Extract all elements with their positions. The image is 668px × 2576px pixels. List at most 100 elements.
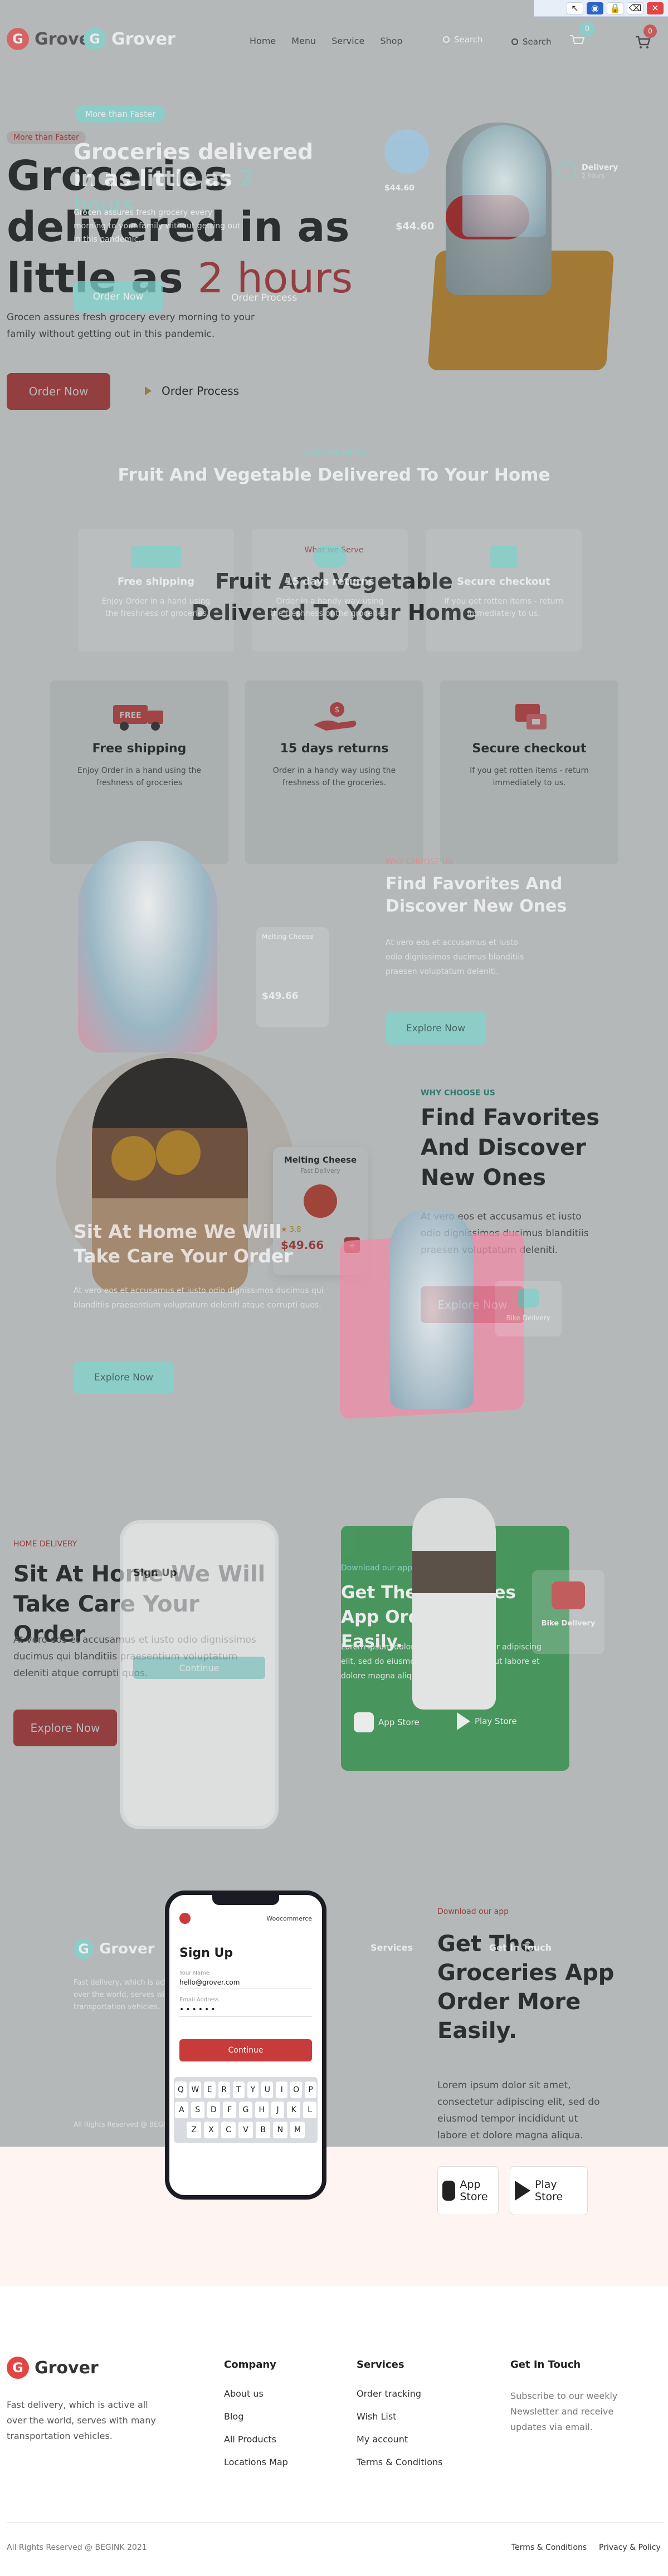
bike-delivery-label: Bike Delivery	[541, 1619, 596, 1628]
keyboard-key[interactable]: U	[261, 2082, 274, 2098]
appstore-label: App Store	[460, 2178, 488, 2203]
keyboard-key[interactable]: V	[238, 2122, 253, 2138]
keyboard-key[interactable]: W	[189, 2082, 201, 2098]
keyboard-key[interactable]: H	[255, 2102, 269, 2118]
cart-count: 0	[643, 25, 657, 38]
delivery-time: 2 hours	[582, 172, 605, 179]
chef-app-image	[412, 1498, 496, 1710]
playstore-label: Play Store	[535, 2178, 563, 2203]
play-store-icon	[457, 1712, 470, 1730]
bike-delivery-ghost: Bike Delivery	[495, 1281, 562, 1336]
keyboard-key[interactable]: D	[207, 2102, 221, 2118]
signup-ghost-continue[interactable]: Continue	[133, 1657, 265, 1679]
nav-menu[interactable]: Menu	[291, 36, 316, 46]
eye-icon[interactable]: ◉	[587, 2, 603, 14]
phone-keyboard[interactable]: QWERTYUIOP ASDFGHJKL ZXCVBNM	[174, 2077, 318, 2143]
footer-touch-title: Get In Touch	[510, 2359, 581, 2371]
keyboard-key[interactable]: A	[174, 2102, 188, 2118]
header-brand-ghost: Grover	[111, 29, 175, 49]
keyboard-key[interactable]: C	[221, 2122, 236, 2138]
serve-card-ghost: Secure checkout If you get rotten items …	[426, 529, 582, 652]
keyboard-key[interactable]: Q	[174, 2082, 187, 2098]
footer-brand: Grover	[35, 2358, 99, 2378]
sit-text-ghost: At vero eos et accusamus et iusto odio d…	[74, 1286, 324, 1310]
keyboard-key[interactable]: P	[305, 2082, 317, 2098]
keyboard-key[interactable]: B	[256, 2122, 270, 2138]
footer-terms-link[interactable]: Terms & Conditions	[511, 2543, 587, 2552]
keyboard-key[interactable]: T	[232, 2082, 245, 2098]
keyboard-key[interactable]: O	[290, 2082, 303, 2098]
signup-name-field[interactable]: hello@grover.com	[179, 1976, 312, 1989]
serve-card-ghost: Free shipping Enjoy Order in a hand usin…	[78, 529, 234, 652]
keyboard-key[interactable]: S	[191, 2102, 204, 2118]
nav-home[interactable]: Home	[250, 36, 276, 46]
why-explore-ghost-button[interactable]: Explore Now	[386, 1012, 486, 1045]
appstore-button-band[interactable]: App Store	[437, 2166, 499, 2215]
serve-card-ghost-text: If you get rotten items - return immedia…	[444, 597, 563, 618]
grape-image	[384, 129, 429, 174]
editor-toolbar: ↖ ◉ 🔒 ⌫ ✕	[534, 0, 668, 17]
footer-link-blog[interactable]: Blog	[224, 2411, 288, 2422]
lock-icon[interactable]: 🔒	[607, 2, 623, 14]
phone-mockup: Woocommerce Sign Up Your Name hello@grov…	[165, 1891, 326, 2200]
apple-icon	[442, 2181, 456, 2201]
apple-icon	[354, 1712, 374, 1732]
phone-notch	[212, 1895, 279, 1905]
keyboard-key[interactable]: Y	[247, 2082, 259, 2098]
close-icon[interactable]: ✕	[647, 2, 664, 14]
keyboard-row: ASDFGHJKL	[174, 2102, 317, 2118]
grover-logo-icon: G	[7, 2357, 29, 2379]
product-card-ghost[interactable]: Melting Cheese $49.66	[256, 927, 329, 1027]
why-kicker-ghost: WHY CHOOSE US	[386, 858, 454, 866]
footer-logo[interactable]: G Grover	[7, 2357, 99, 2379]
trash-icon[interactable]: ⌫	[627, 2, 643, 14]
order-now-ghost-button[interactable]: Order Now	[74, 281, 163, 312]
serve-title-ghost: Fruit And Vegetable Delivered To Your Ho…	[118, 465, 550, 485]
order-process-ghost[interactable]: Order Process	[231, 292, 297, 303]
serve-card-ghost-title: Secure checkout	[457, 576, 550, 587]
footer-privacy-link[interactable]: Privacy & Policy	[599, 2543, 661, 2552]
footer-link-map[interactable]: Locations Map	[224, 2457, 288, 2467]
keyboard-key[interactable]: J	[271, 2102, 285, 2118]
footer-link-terms[interactable]: Terms & Conditions	[357, 2457, 442, 2467]
sit-explore-button[interactable]: Explore Now	[74, 1362, 174, 1394]
keyboard-key[interactable]: F	[223, 2102, 237, 2118]
grover-logo-icon: G	[7, 28, 29, 50]
cursor-icon[interactable]: ↖	[567, 2, 583, 14]
footer-link-products[interactable]: All Products	[224, 2434, 288, 2445]
keyboard-key[interactable]: N	[273, 2122, 287, 2138]
price-ghost: $44.60	[384, 184, 415, 193]
grover-logo-icon: G	[74, 1939, 94, 1959]
appstore-ghost[interactable]: App Store	[354, 1712, 420, 1732]
keyboard-key[interactable]: Z	[187, 2122, 201, 2138]
man-ghost-image	[390, 1208, 474, 1409]
keyboard-key[interactable]: X	[204, 2122, 218, 2138]
bike-icon	[517, 1289, 539, 1307]
signup-continue-button[interactable]: Continue	[179, 2039, 312, 2061]
footer-link-about[interactable]: About us	[224, 2388, 288, 2399]
signup-email-label: Email Address	[179, 1997, 219, 2003]
keyboard-key[interactable]: M	[290, 2122, 305, 2138]
nav-service[interactable]: Service	[331, 36, 364, 46]
keyboard-key[interactable]: L	[303, 2102, 317, 2118]
footer-copyright: All Rights Reserved @ BEGINK 2021	[7, 2543, 147, 2552]
footer-logo-ghost: G Grover	[74, 1939, 154, 1959]
main-nav: Home Menu Service Shop	[250, 36, 403, 46]
nav-shop[interactable]: Shop	[380, 36, 402, 46]
keyboard-key[interactable]: I	[276, 2082, 288, 2098]
footer-link-account[interactable]: My account	[357, 2434, 442, 2445]
footer-link-wishlist[interactable]: Wish List	[357, 2411, 442, 2422]
search-ghost[interactable]: Search	[443, 35, 483, 45]
footer-link-tracking[interactable]: Order tracking	[357, 2388, 442, 2399]
keyboard-key[interactable]: G	[239, 2102, 252, 2118]
playstore-ghost[interactable]: Play Store	[457, 1712, 517, 1730]
search-icon	[443, 36, 450, 43]
keyboard-key[interactable]: R	[218, 2082, 230, 2098]
keyboard-key[interactable]: E	[203, 2082, 216, 2098]
delivery-title: Delivery	[582, 163, 618, 172]
cart-icon-ghost[interactable]	[568, 33, 585, 48]
search-button[interactable]: Search	[511, 37, 552, 47]
signup-password-field[interactable]: ••••••	[179, 2003, 312, 2017]
playstore-button-band[interactable]: Play Store	[510, 2166, 588, 2215]
keyboard-key[interactable]: K	[287, 2102, 301, 2118]
